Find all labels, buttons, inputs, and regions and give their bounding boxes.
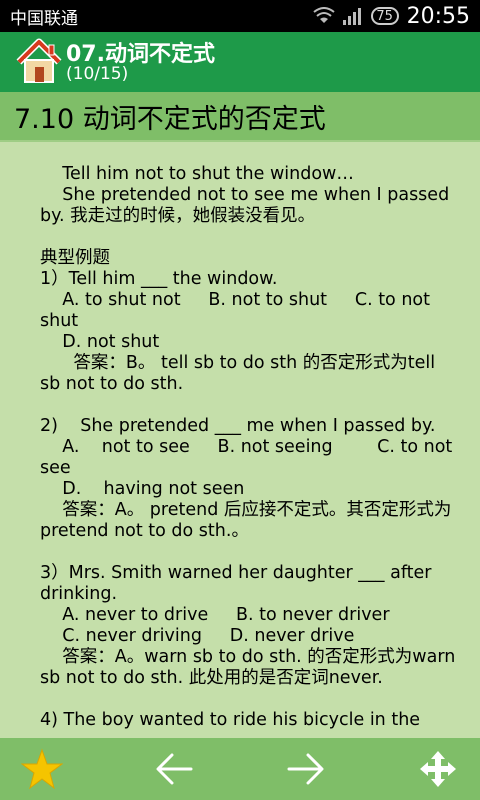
content-line: 2) She pretended ___ me when I passed by…	[40, 416, 436, 436]
move-arrows-icon	[420, 751, 456, 787]
content-line: A. never to drive B. to never driver	[40, 605, 390, 625]
battery-icon: 75	[370, 7, 399, 25]
content-line: A. not to see B. not seeing C. to not se…	[40, 437, 458, 478]
bottom-toolbar	[0, 738, 480, 800]
content-line: 4) The boy wanted to ride his bicycle in…	[40, 710, 421, 730]
content-line	[40, 689, 460, 710]
arrow-right-icon	[287, 753, 324, 785]
content-line: She pretended not to see me when I passe…	[40, 185, 455, 226]
content-line	[40, 395, 460, 416]
content-line: D. having not seen	[40, 479, 245, 499]
section-heading: 7.10 动词不定式的否定式	[0, 92, 480, 142]
arrow-left-icon	[156, 753, 193, 785]
wifi-icon	[312, 7, 335, 23]
content-line: 3）Mrs. Smith warned her daughter ___ aft…	[40, 563, 438, 604]
content-line: A. to shut not B. not to shut C. to not …	[40, 290, 436, 331]
content-line	[40, 227, 460, 248]
content-line: C. never driving D. never drive	[40, 626, 355, 646]
content-line: 1）Tell him ___ the window.	[40, 269, 278, 289]
status-bar: 中国联通 75 20:55	[0, 0, 480, 32]
next-button[interactable]	[284, 747, 328, 791]
status-icons: 75 20:55	[312, 3, 470, 29]
lesson-content[interactable]: Tell him not to shut the window… She pre…	[0, 144, 480, 738]
content-line: Tell him not to shut the window…	[40, 164, 354, 184]
signal-icon	[342, 8, 361, 25]
content-line: 典型例题	[40, 248, 110, 268]
carrier-name: 中国联通	[10, 8, 78, 29]
content-line: D. not shut	[40, 332, 160, 352]
favorite-button[interactable]	[20, 747, 64, 791]
star-icon	[21, 748, 63, 790]
content-line: 答案：A。warn sb to do sth. 的否定形式为warn sb no…	[40, 647, 461, 688]
clock: 20:55	[406, 3, 470, 29]
page-counter: (10/15)	[66, 64, 129, 84]
content-line	[40, 542, 460, 563]
content-line: 答案：B。 tell sb to do sth 的否定形式为tell sb no…	[40, 353, 441, 394]
section-heading-text: 7.10 动词不定式的否定式	[14, 103, 326, 135]
previous-button[interactable]	[152, 747, 196, 791]
move-button[interactable]	[416, 747, 460, 791]
title-bar: 07.动词不定式 (10/15)	[0, 32, 480, 92]
content-line: 答案：A。 pretend 后应接不定式。其否定形式为pretend not t…	[40, 500, 452, 541]
home-icon[interactable]	[16, 38, 62, 86]
